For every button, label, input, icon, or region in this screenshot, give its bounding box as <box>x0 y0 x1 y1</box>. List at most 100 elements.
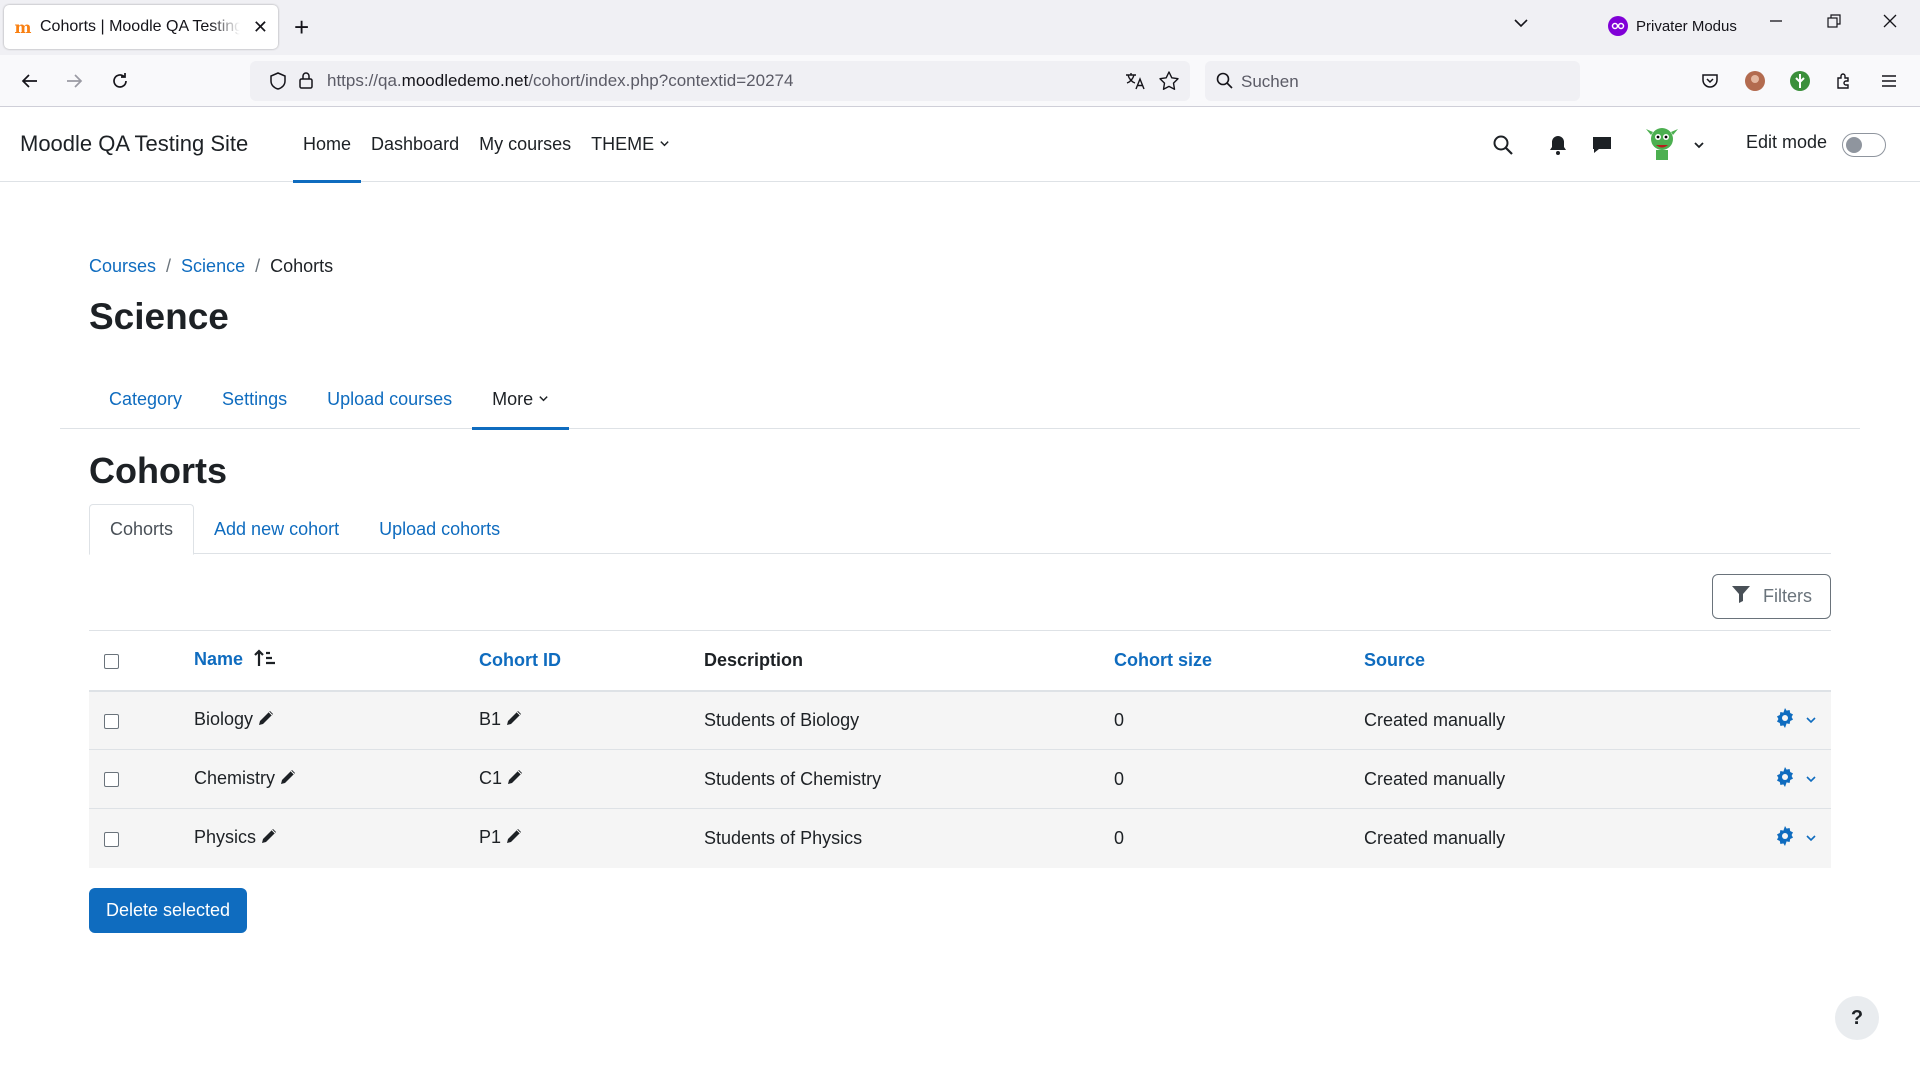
cohort-id: C1 <box>479 767 503 788</box>
header-actions <box>1764 631 1831 691</box>
browser-tab[interactable]: m Cohorts | Moodle QA Testing Site ✕ <box>4 5 278 49</box>
extension-shield-icon[interactable] <box>1788 69 1812 93</box>
pencil-icon[interactable] <box>505 827 523 850</box>
pencil-icon[interactable] <box>260 827 278 850</box>
header-cohort-size-label: Cohort size <box>1114 649 1213 670</box>
cell-actions <box>1764 809 1831 868</box>
tab-add-new-cohort-label: Add new cohort <box>214 518 340 539</box>
cohort-tabs: Cohorts Add new cohort Upload cohorts <box>89 504 1831 555</box>
pencil-icon[interactable] <box>279 768 297 791</box>
pocket-icon[interactable] <box>1698 69 1722 93</box>
row-actions-menu[interactable] <box>1764 766 1831 792</box>
filters-button[interactable]: Filters <box>1712 574 1831 619</box>
row-checkbox[interactable] <box>104 831 119 847</box>
forward-arrow-icon[interactable] <box>62 69 86 93</box>
bookmark-star-icon[interactable] <box>1158 70 1180 97</box>
pencil-icon[interactable] <box>506 768 524 791</box>
tab-add-new-cohort[interactable]: Add new cohort <box>194 504 359 554</box>
bell-icon[interactable] <box>1548 134 1568 161</box>
header-source[interactable]: Source <box>1364 631 1764 691</box>
select-all-checkbox[interactable] <box>104 653 119 669</box>
breadcrumb-cohorts: Cohorts <box>270 256 334 276</box>
lock-icon[interactable] <box>296 70 316 95</box>
page-title: Science <box>89 296 229 337</box>
row-select-cell <box>89 750 194 809</box>
chevron-down-icon[interactable] <box>1512 14 1530 37</box>
cell-name: Biology <box>194 691 479 750</box>
tab-cohorts[interactable]: Cohorts <box>89 504 195 555</box>
restore-icon[interactable] <box>1826 12 1842 35</box>
secnav-more[interactable]: More <box>472 370 570 430</box>
nav-home[interactable]: Home <box>293 107 362 183</box>
cohort-id: P1 <box>479 826 502 847</box>
edit-mode-label: Edit mode <box>1746 132 1828 152</box>
window-close-icon[interactable] <box>1882 12 1898 35</box>
secnav-more-label: More <box>492 389 534 409</box>
cell-source: Created manually <box>1364 827 1506 848</box>
breadcrumb-science[interactable]: Science <box>181 256 245 277</box>
secondary-nav: Category Settings Upload courses More <box>60 370 1860 430</box>
delete-selected-button[interactable]: Delete selected <box>89 888 247 933</box>
table-header-row: Name Cohort ID Description Cohort size S… <box>89 630 1831 691</box>
header-cohort-id[interactable]: Cohort ID <box>479 631 704 691</box>
row-actions-menu[interactable] <box>1764 707 1831 733</box>
site-brand[interactable]: Moodle QA Testing Site <box>20 131 248 157</box>
header-name[interactable]: Name <box>194 631 479 691</box>
breadcrumb-courses[interactable]: Courses <box>89 256 156 277</box>
extensions-puzzle-icon[interactable] <box>1832 69 1856 93</box>
tab-upload-cohorts[interactable]: Upload cohorts <box>359 504 520 554</box>
tab-title: Cohorts | Moodle QA Testing Site <box>40 18 240 35</box>
secnav-upload-courses[interactable]: Upload courses <box>307 370 472 429</box>
secnav-category[interactable]: Category <box>89 370 202 429</box>
sort-ascending-icon <box>254 648 276 673</box>
edit-mode-toggle[interactable] <box>1842 133 1886 157</box>
messages-icon[interactable] <box>1591 134 1613 161</box>
breadcrumb-separator: / <box>255 256 261 276</box>
row-actions-menu[interactable] <box>1764 825 1831 851</box>
minimize-icon[interactable] <box>1768 12 1784 35</box>
chevron-down-icon <box>1805 710 1817 731</box>
shield-icon[interactable] <box>268 71 288 96</box>
help-button[interactable]: ? <box>1835 996 1879 1040</box>
avatar[interactable] <box>1640 119 1684 163</box>
pencil-icon[interactable] <box>505 709 523 732</box>
cell-actions <box>1764 691 1831 750</box>
header-cohort-id-label: Cohort ID <box>479 649 561 670</box>
header-name-label: Name <box>194 648 244 669</box>
row-checkbox[interactable] <box>104 772 119 788</box>
secnav-settings[interactable]: Settings <box>202 370 307 429</box>
search-icon <box>1215 71 1235 96</box>
primary-nav: Home Dashboard My courses THEME <box>293 107 680 183</box>
cohorts-table: Name Cohort ID Description Cohort size S… <box>89 630 1831 868</box>
reload-icon[interactable] <box>108 69 132 93</box>
secnav-settings-label: Settings <box>222 389 288 409</box>
gear-icon <box>1775 766 1795 792</box>
url-text[interactable]: https://qa.moodledemo.net/cohort/index.p… <box>327 71 793 91</box>
new-tab-icon[interactable]: + <box>294 12 309 42</box>
cell-source: Created manually <box>1364 768 1506 789</box>
pencil-icon[interactable] <box>257 709 275 732</box>
header-cohort-size[interactable]: Cohort size <box>1114 631 1364 691</box>
close-icon[interactable]: ✕ <box>253 17 268 38</box>
tab-upload-cohorts-label: Upload cohorts <box>379 518 501 539</box>
cell-description: Students of Biology <box>704 709 860 730</box>
nav-my-courses[interactable]: My courses <box>469 107 581 182</box>
row-checkbox[interactable] <box>104 713 119 729</box>
search-icon[interactable] <box>1492 134 1514 161</box>
table-row: Physics P1 Students of Physics 0 Created… <box>89 808 1831 868</box>
header-select-all <box>89 631 194 691</box>
url-bar[interactable]: https://qa.moodledemo.net/cohort/index.p… <box>250 61 1190 101</box>
translate-icon[interactable] <box>1124 70 1146 97</box>
back-arrow-icon[interactable] <box>18 69 42 93</box>
header-source-label: Source <box>1364 649 1426 670</box>
cell-size: 0 <box>1114 827 1125 848</box>
cell-name: Physics <box>194 809 479 868</box>
user-menu-chevron-icon[interactable] <box>1692 138 1706 157</box>
nav-dashboard[interactable]: Dashboard <box>361 107 469 182</box>
hamburger-menu-icon[interactable] <box>1877 69 1901 93</box>
header-description: Description <box>704 631 1114 691</box>
nav-theme[interactable]: THEME <box>581 107 680 182</box>
url-prefix: https://qa. <box>327 71 402 90</box>
extension-avatar-icon[interactable] <box>1743 69 1767 93</box>
browser-search-input[interactable]: Suchen <box>1205 61 1580 101</box>
